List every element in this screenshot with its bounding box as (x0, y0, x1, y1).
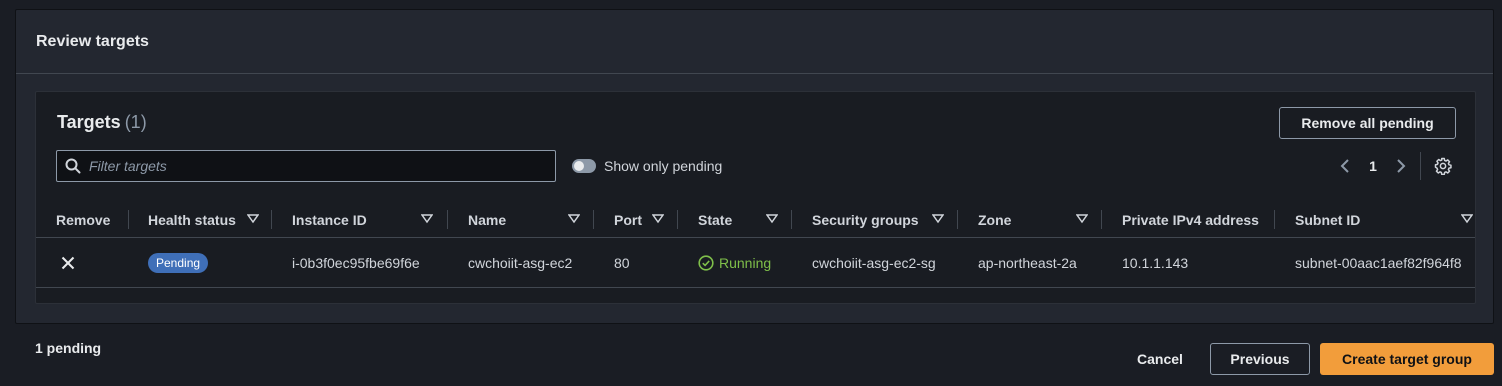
private-ipv4-cell: 10.1.1.143 (1122, 255, 1189, 271)
review-targets-panel: Review targets Targets (1) Remove all pen… (15, 9, 1494, 324)
targets-container: Targets(1) Remove all pending Show only … (35, 91, 1476, 304)
chevron-left-icon[interactable] (1336, 154, 1354, 178)
sort-caret-icon (652, 214, 664, 224)
cancel-button[interactable]: Cancel (1122, 343, 1198, 375)
column-label: Subnet ID (1295, 211, 1361, 228)
column-label: Private IPv4 address (1122, 211, 1259, 228)
column-label: State (698, 211, 733, 228)
sort-caret-icon (932, 214, 944, 224)
column-header-subnet-id[interactable]: Subnet ID (1275, 201, 1475, 238)
column-header-health-status[interactable]: Health status (128, 201, 272, 238)
pending-count-text: 1 pending (35, 340, 102, 356)
state-text: Running (719, 255, 772, 271)
table-row: Pending i-0b3f0ec95fbe69f6e cwchoiit-asg… (36, 238, 1475, 288)
previous-button[interactable]: Previous (1210, 343, 1310, 375)
filter-targets-input[interactable] (89, 158, 529, 174)
pager-divider (1420, 152, 1421, 180)
column-header-private-ipv4[interactable]: Private IPv4 address (1102, 201, 1275, 238)
health-status-cell: Pending (148, 238, 209, 288)
targets-title: Targets (57, 112, 121, 132)
column-label: Health status (148, 211, 236, 228)
panel-header: Review targets (16, 10, 1493, 74)
column-header-name[interactable]: Name (448, 201, 594, 238)
status-badge: Pending (148, 253, 209, 273)
toggle-label: Show only pending (604, 158, 723, 174)
check-circle-icon (698, 255, 714, 271)
column-label: Instance ID (292, 211, 367, 228)
column-label: Name (468, 211, 507, 228)
search-icon (65, 158, 81, 174)
targets-heading: Targets (1) (57, 112, 147, 133)
targets-count: (1) (124, 112, 147, 132)
state-cell: Running (698, 238, 771, 288)
sort-caret-icon (568, 214, 580, 224)
panel-title: Review targets (36, 32, 149, 50)
instance-id-cell: i-0b3f0ec95fbe69f6e (292, 255, 420, 271)
subnet-id-cell: subnet-00aac1aef82f964f8 (1295, 255, 1462, 271)
column-label: Remove (56, 211, 111, 228)
filter-targets-field[interactable] (56, 150, 556, 182)
state-running: Running (698, 255, 771, 271)
sort-caret-icon (247, 214, 259, 224)
column-header-state[interactable]: State (678, 201, 792, 238)
remove-all-pending-button[interactable]: Remove all pending (1279, 107, 1456, 139)
name-cell: cwchoiit-asg-ec2 (468, 255, 573, 271)
security-groups-cell: cwchoiit-asg-ec2-sg (812, 255, 936, 271)
zone-cell: ap-northeast-2a (978, 255, 1077, 271)
show-only-pending-toggle[interactable]: Show only pending (572, 156, 722, 176)
column-header-instance-id[interactable]: Instance ID (272, 201, 448, 238)
column-header-port[interactable]: Port (594, 201, 678, 238)
create-target-group-button[interactable]: Create target group (1320, 343, 1494, 375)
sort-caret-icon (766, 214, 778, 224)
gear-icon[interactable] (1433, 156, 1453, 176)
column-header-security-groups[interactable]: Security groups (792, 201, 958, 238)
close-icon (61, 256, 75, 270)
table-header: Remove Health status Instance ID Name Po… (36, 201, 1475, 238)
column-label: Port (614, 211, 642, 228)
remove-target-button[interactable] (61, 238, 75, 288)
column-label: Zone (978, 211, 1012, 228)
port-cell: 80 (614, 255, 630, 271)
chevron-right-icon[interactable] (1392, 154, 1410, 178)
page-number[interactable]: 1 (1354, 158, 1392, 174)
sort-caret-icon (1461, 214, 1473, 224)
sort-caret-icon (421, 214, 433, 224)
column-separator (128, 210, 129, 229)
sort-caret-icon (1076, 214, 1088, 224)
column-label: Security groups (812, 211, 919, 228)
pagination: 1 (1336, 152, 1453, 180)
toggle-switch[interactable] (572, 159, 596, 173)
targets-table: Remove Health status Instance ID Name Po… (36, 201, 1475, 288)
column-header-zone[interactable]: Zone (958, 201, 1102, 238)
